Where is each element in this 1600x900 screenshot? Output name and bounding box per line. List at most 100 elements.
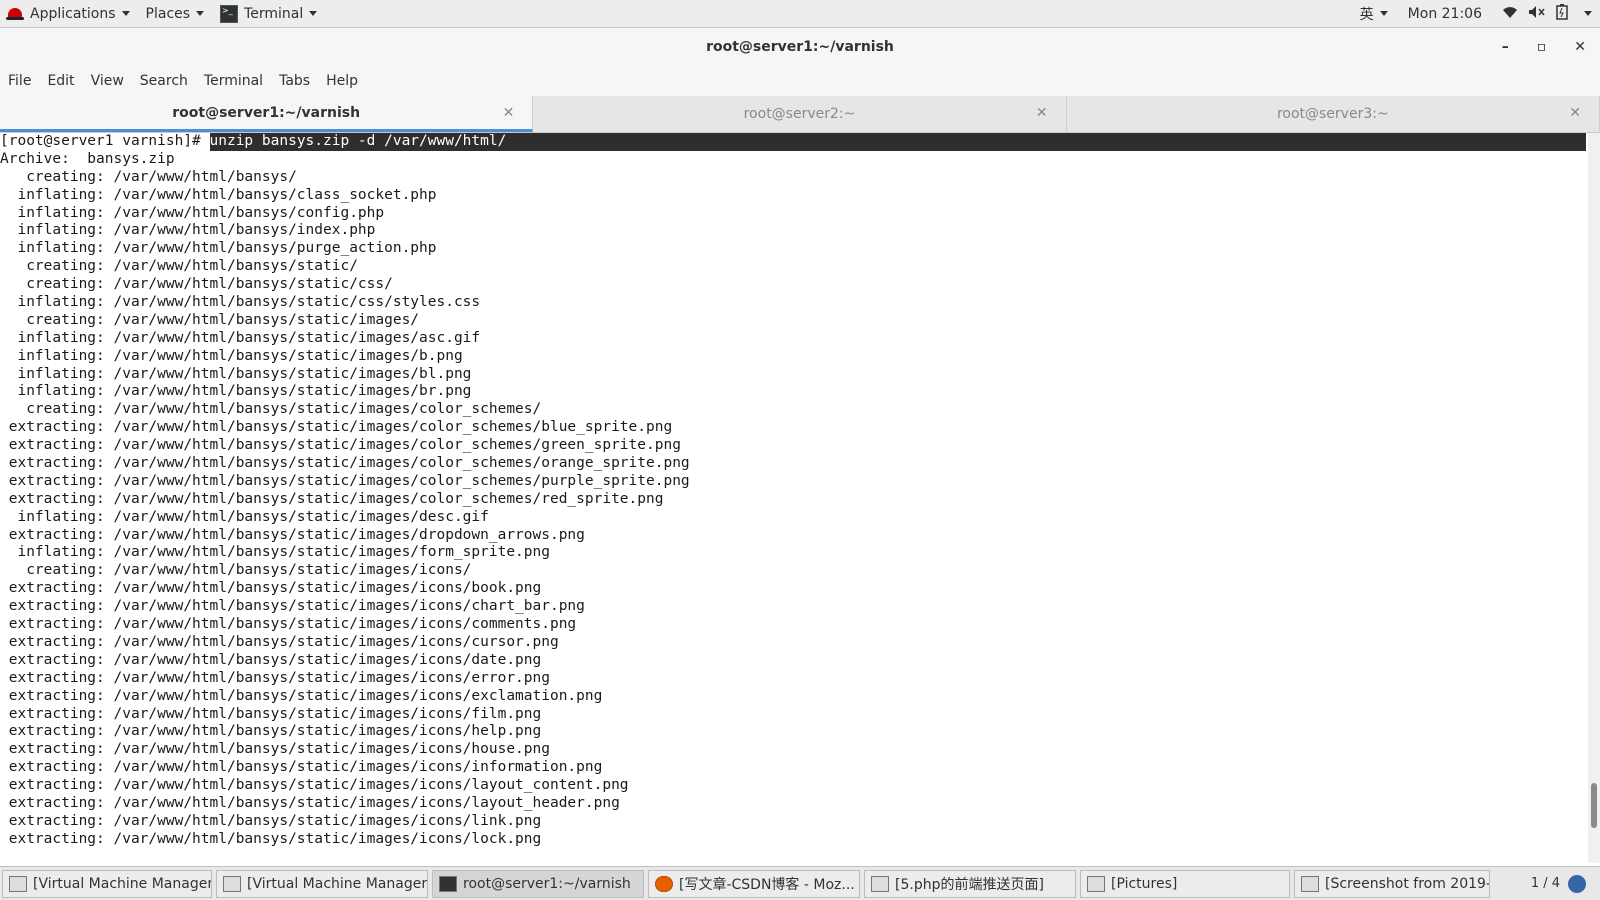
- terminal-line: extracting: /var/www/html/bansys/static/…: [0, 777, 629, 794]
- menubar: File Edit View Search Terminal Tabs Help: [0, 66, 1600, 97]
- window-controls: – ▫ ✕: [1502, 28, 1586, 66]
- terminal-line: extracting: /var/www/html/bansys/static/…: [0, 651, 542, 668]
- menu-help[interactable]: Help: [318, 73, 366, 89]
- terminal-line: extracting: /var/www/html/bansys/static/…: [0, 741, 550, 758]
- terminal-line: creating: /var/www/html/bansys/static/im…: [0, 311, 420, 328]
- terminal-line: extracting: /var/www/html/bansys/static/…: [0, 419, 673, 436]
- tab-label: root@server3:~: [1276, 106, 1389, 122]
- input-method-indicator[interactable]: 英: [1360, 4, 1388, 24]
- taskbar-item-label: [Pictures]: [1111, 875, 1178, 892]
- terminal-line: inflating: /var/www/html/bansys/static/i…: [0, 544, 550, 561]
- vm-icon: [223, 875, 241, 892]
- workspace-indicator: 1 / 4: [1530, 876, 1560, 891]
- terminal-line: extracting: /var/www/html/bansys/static/…: [0, 598, 585, 615]
- chevron-down-icon: [196, 11, 205, 16]
- taskbar-item-vm-manager-2[interactable]: [Virtual Machine Manager]: [216, 869, 428, 898]
- taskbar-item-vm-manager-1[interactable]: [Virtual Machine Manager]: [2, 869, 212, 898]
- close-icon[interactable]: ✕: [1574, 39, 1586, 55]
- terminal-line: inflating: /var/www/html/bansys/purge_ac…: [0, 240, 437, 257]
- window-titlebar[interactable]: root@server1:~/varnish – ▫ ✕: [0, 28, 1600, 66]
- vm-icon: [9, 875, 27, 892]
- terminal-line: creating: /var/www/html/bansys/static/: [0, 258, 358, 275]
- taskbar-item-firefox[interactable]: [写文章-CSDN博客 - Moz...: [648, 869, 860, 898]
- tab-server1[interactable]: root@server1:~/varnish ✕: [0, 96, 534, 132]
- taskbar-item-terminal[interactable]: root@server1:~/varnish: [432, 869, 644, 898]
- system-tray: 英 Mon 21:06: [1360, 0, 1592, 27]
- close-icon[interactable]: ✕: [1036, 105, 1048, 121]
- folder-icon: [1087, 875, 1105, 892]
- command-line: [root@server1 varnish]# unzip bansys.zip…: [0, 133, 1588, 151]
- terminal-line: extracting: /var/www/html/bansys/static/…: [0, 794, 620, 811]
- terminal-app-menu[interactable]: >_ Terminal: [212, 0, 325, 27]
- volume-icon[interactable]: [1528, 5, 1546, 23]
- terminal-line: extracting: /var/www/html/bansys/static/…: [0, 526, 585, 543]
- top-panel: Applications Places >_ Terminal 英 Mon 21…: [0, 0, 1600, 28]
- terminal-line: inflating: /var/www/html/bansys/config.p…: [0, 204, 385, 221]
- shell-prompt: [root@server1 varnish]#: [0, 133, 210, 149]
- workspace-icon[interactable]: [1568, 874, 1586, 893]
- places-menu[interactable]: Places: [138, 0, 213, 27]
- taskbar-item-label: [Virtual Machine Manager]: [33, 875, 212, 892]
- clock[interactable]: Mon 21:06: [1408, 6, 1482, 22]
- terminal-line: extracting: /var/www/html/bansys/static/…: [0, 633, 559, 650]
- taskbar-item-label: [Virtual Machine Manager]: [247, 875, 428, 892]
- terminal-line: extracting: /var/www/html/bansys/static/…: [0, 687, 603, 704]
- chevron-down-icon: [121, 11, 130, 16]
- firefox-icon: [655, 875, 673, 892]
- menu-file[interactable]: File: [0, 73, 39, 89]
- menu-search[interactable]: Search: [132, 73, 196, 89]
- terminal-icon: >_: [220, 4, 239, 23]
- terminal-app-label: Terminal: [244, 5, 304, 22]
- terminal-line: creating: /var/www/html/bansys/static/im…: [0, 401, 542, 418]
- terminal-line: extracting: /var/www/html/bansys/static/…: [0, 705, 542, 722]
- terminal-line: inflating: /var/www/html/bansys/static/i…: [0, 329, 481, 346]
- terminal-line: extracting: /var/www/html/bansys/static/…: [0, 472, 690, 489]
- tab-bar: root@server1:~/varnish ✕ root@server2:~ …: [0, 96, 1600, 133]
- terminal-line: extracting: /var/www/html/bansys/static/…: [0, 669, 550, 686]
- taskbar-item-label: root@server1:~/varnish: [463, 875, 631, 892]
- taskbar-item-php-page[interactable]: [5.php的前端推送页面]: [864, 869, 1076, 898]
- menu-edit[interactable]: Edit: [39, 73, 82, 89]
- terminal-line: inflating: /var/www/html/bansys/static/c…: [0, 294, 481, 311]
- wifi-icon[interactable]: [1502, 5, 1518, 23]
- minimize-icon[interactable]: –: [1502, 39, 1509, 55]
- scrollbar[interactable]: [1588, 133, 1600, 863]
- terminal-line: creating: /var/www/html/bansys/static/cs…: [0, 276, 393, 293]
- terminal-line: inflating: /var/www/html/bansys/class_so…: [0, 186, 437, 203]
- tab-server2[interactable]: root@server2:~ ✕: [533, 96, 1067, 132]
- tab-server3[interactable]: root@server3:~ ✕: [1067, 96, 1600, 132]
- menu-terminal[interactable]: Terminal: [196, 73, 271, 89]
- terminal-line: extracting: /var/www/html/bansys/static/…: [0, 723, 542, 740]
- maximize-icon[interactable]: ▫: [1537, 39, 1547, 55]
- menu-tabs[interactable]: Tabs: [271, 73, 318, 89]
- terminal-line: extracting: /var/www/html/bansys/static/…: [0, 455, 690, 472]
- terminal-line: Archive: bansys.zip: [0, 150, 175, 167]
- workspace-pager[interactable]: 1 / 4: [1517, 874, 1600, 893]
- close-icon[interactable]: ✕: [1569, 105, 1581, 121]
- taskbar-item-label: [Screenshot from 2019-...: [1325, 875, 1490, 892]
- close-icon[interactable]: ✕: [503, 105, 515, 121]
- battery-icon[interactable]: [1556, 3, 1568, 24]
- applications-menu[interactable]: Applications: [0, 0, 138, 27]
- taskbar: [Virtual Machine Manager] [Virtual Machi…: [0, 866, 1600, 900]
- window-title: root@server1:~/varnish: [706, 39, 894, 55]
- terminal-line: inflating: /var/www/html/bansys/static/i…: [0, 383, 472, 400]
- chevron-down-icon: [1379, 11, 1388, 16]
- output-lines: Archive: bansys.zip creating: /var/www/h…: [0, 151, 1588, 849]
- terminal-line: extracting: /var/www/html/bansys/static/…: [0, 759, 603, 776]
- tab-label: root@server1:~/varnish: [172, 104, 361, 121]
- taskbar-item-pictures[interactable]: [Pictures]: [1080, 869, 1290, 898]
- terminal-line: extracting: /var/www/html/bansys/static/…: [0, 437, 681, 454]
- terminal-line: extracting: /var/www/html/bansys/static/…: [0, 580, 542, 597]
- document-icon: [871, 875, 889, 892]
- terminal-line: extracting: /var/www/html/bansys/static/…: [0, 490, 664, 507]
- taskbar-item-label: [写文章-CSDN博客 - Moz...: [679, 876, 855, 893]
- applications-label: Applications: [30, 5, 116, 22]
- terminal-output[interactable]: [root@server1 varnish]# unzip bansys.zip…: [0, 133, 1588, 863]
- terminal-line: extracting: /var/www/html/bansys/static/…: [0, 616, 577, 633]
- redhat-logo-icon: [6, 8, 24, 20]
- menu-view[interactable]: View: [83, 73, 132, 89]
- system-menu-chevron-icon[interactable]: [1584, 11, 1592, 16]
- taskbar-item-screenshot[interactable]: [Screenshot from 2019-...: [1294, 869, 1490, 898]
- scrollbar-thumb[interactable]: [1591, 783, 1597, 828]
